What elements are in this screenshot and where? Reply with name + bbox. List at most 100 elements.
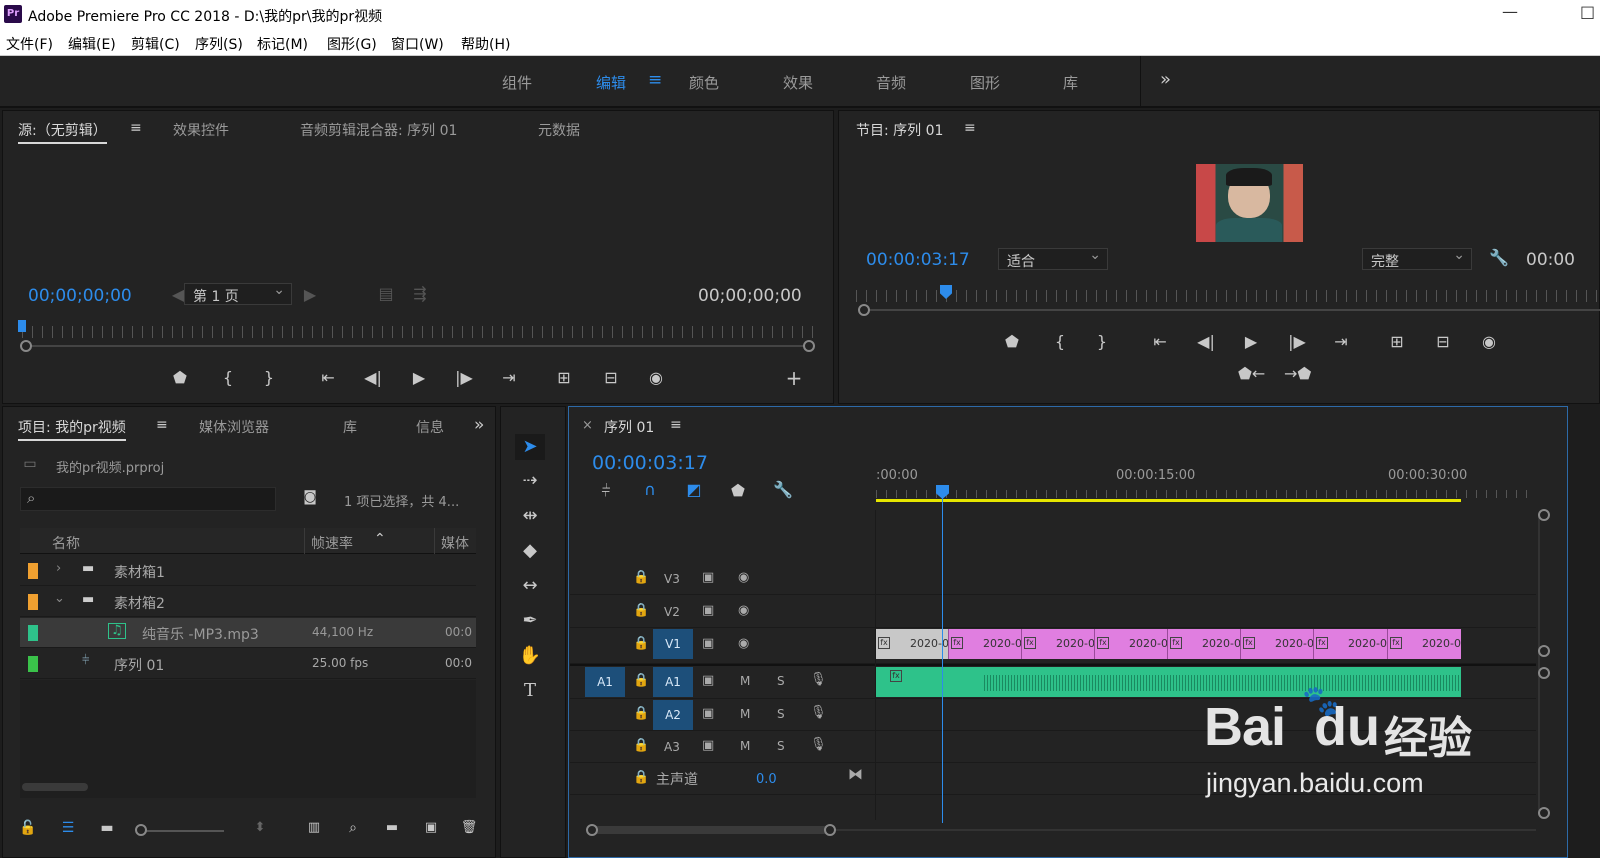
quality-select[interactable]: 完整 bbox=[1362, 247, 1472, 270]
nest-icon[interactable]: ⫩ bbox=[594, 481, 618, 501]
tab-project[interactable]: 项目: 我的pr视频 bbox=[18, 417, 126, 441]
fit-select[interactable]: 适合 bbox=[998, 247, 1108, 270]
solo-button[interactable]: S bbox=[777, 674, 785, 688]
column-divider[interactable] bbox=[434, 528, 435, 554]
project-menu-icon[interactable]: ≡ bbox=[156, 417, 168, 433]
workspace-audio[interactable]: 音频 bbox=[876, 72, 906, 93]
source-menu-icon[interactable]: ≡ bbox=[130, 120, 142, 136]
video-clip[interactable]: fx 2020-0 bbox=[876, 629, 948, 659]
program-go-to-in-icon[interactable]: ⇤ bbox=[1148, 332, 1172, 351]
lift-icon[interactable]: ⊞ bbox=[1385, 332, 1409, 351]
drag-audio-icon[interactable]: ⇶ bbox=[408, 284, 432, 303]
program-mark-out-icon[interactable]: } bbox=[1090, 332, 1114, 351]
column-name[interactable]: 名称 bbox=[52, 533, 80, 553]
sort-ascending-icon[interactable]: ⌃ bbox=[374, 531, 386, 547]
trim-forward-icon[interactable]: →⬟ bbox=[1284, 364, 1311, 383]
audio-clip[interactable]: fx bbox=[876, 667, 1461, 697]
toggle-sync-icon[interactable]: ▣ bbox=[702, 673, 714, 688]
program-mark-in-icon[interactable]: { bbox=[1048, 332, 1072, 351]
timeline-add-marker-icon[interactable]: ⬟ bbox=[726, 481, 750, 500]
column-frame-rate[interactable]: 帧速率 bbox=[311, 533, 353, 553]
insert-icon[interactable]: ⊞ bbox=[552, 368, 576, 387]
mark-out-icon[interactable]: } bbox=[257, 368, 281, 387]
minimize-button[interactable]: — bbox=[1502, 2, 1518, 21]
selection-tool-icon[interactable]: ➤ bbox=[515, 434, 545, 460]
workspace-assembly[interactable]: 组件 bbox=[502, 72, 532, 93]
tab-libraries[interactable]: 库 bbox=[343, 417, 357, 437]
toggle-sync-icon[interactable]: ▣ bbox=[702, 570, 714, 585]
track-select-tool-icon[interactable]: ⇢ bbox=[515, 468, 545, 494]
column-media[interactable]: 媒体 bbox=[441, 533, 477, 553]
track-target-a2[interactable]: A2 bbox=[653, 700, 693, 730]
timeline-ruler[interactable] bbox=[876, 490, 1536, 498]
maximize-button[interactable]: □ bbox=[1580, 2, 1595, 21]
go-to-in-icon[interactable]: ⇤ bbox=[316, 368, 340, 387]
workspace-effects[interactable]: 效果 bbox=[783, 72, 813, 93]
go-to-end-icon[interactable]: ⧓ bbox=[848, 765, 863, 783]
video-clip[interactable]: fx 2020-0 bbox=[948, 629, 1021, 659]
hand-tool-icon[interactable]: ✋ bbox=[515, 643, 545, 669]
new-item-icon[interactable]: ▣ bbox=[419, 820, 443, 835]
export-frame-icon[interactable]: ◉ bbox=[644, 368, 668, 387]
list-view-icon[interactable]: ☰ bbox=[56, 820, 80, 836]
track-target-v1[interactable]: V1 bbox=[653, 629, 693, 659]
collapse-arrow-icon[interactable]: ⌄ bbox=[54, 591, 65, 606]
menu-sequence[interactable]: 序列(S) bbox=[195, 34, 243, 54]
trim-back-icon[interactable]: ⬟← bbox=[1238, 364, 1265, 383]
timeline-menu-icon[interactable]: ≡ bbox=[670, 417, 682, 433]
wrench-settings-icon[interactable]: 🔧 bbox=[1487, 248, 1511, 267]
workspace-overflow-icon[interactable]: » bbox=[1160, 69, 1171, 90]
lock-track-icon[interactable]: 🔒 bbox=[633, 673, 649, 688]
microphone-icon[interactable]: 🎙 bbox=[810, 672, 827, 687]
tab-source[interactable]: 源:（无剪辑） bbox=[18, 120, 107, 144]
project-overflow-icon[interactable]: » bbox=[474, 415, 484, 435]
overwrite-icon[interactable]: ⊟ bbox=[599, 368, 623, 387]
extract-icon[interactable]: ⊟ bbox=[1431, 332, 1455, 351]
program-go-to-out-icon[interactable]: ⇥ bbox=[1329, 332, 1353, 351]
workspace-graphics[interactable]: 图形 bbox=[970, 72, 1000, 93]
video-clip[interactable]: fx 2020-0 bbox=[1387, 629, 1461, 659]
solo-button[interactable]: S bbox=[777, 707, 785, 721]
track-label[interactable]: V3 bbox=[664, 572, 680, 586]
lock-track-icon[interactable]: 🔒 bbox=[633, 636, 649, 651]
menu-window[interactable]: 窗口(W) bbox=[391, 34, 444, 54]
mute-button[interactable]: M bbox=[740, 739, 750, 753]
program-timecode[interactable]: 00:00:03:17 bbox=[866, 250, 970, 270]
razor-tool-icon[interactable]: ◆ bbox=[515, 538, 545, 564]
vertical-zoom-handle-bottom[interactable] bbox=[1538, 807, 1550, 819]
menu-edit[interactable]: 编辑(E) bbox=[68, 34, 116, 54]
microphone-icon[interactable]: 🎙 bbox=[810, 705, 827, 720]
track-label[interactable]: A3 bbox=[664, 740, 680, 754]
linked-selection-icon[interactable]: ◩ bbox=[682, 480, 706, 499]
horizontal-zoom-handle-right[interactable] bbox=[824, 824, 836, 836]
lock-track-icon[interactable]: 🔒 bbox=[633, 603, 649, 618]
program-menu-icon[interactable]: ≡ bbox=[964, 120, 976, 136]
timeline-playhead-line[interactable] bbox=[942, 498, 943, 823]
microphone-icon[interactable]: 🎙 bbox=[810, 737, 827, 752]
workspace-editing[interactable]: 编辑 bbox=[596, 72, 626, 93]
program-zoom-start-handle[interactable] bbox=[858, 304, 870, 316]
pen-tool-icon[interactable]: ✒ bbox=[515, 608, 545, 634]
track-target-a1[interactable]: A1 bbox=[653, 667, 693, 697]
find-bin-icon[interactable]: ◙ bbox=[298, 489, 322, 505]
track-label[interactable]: V2 bbox=[664, 605, 680, 619]
menu-file[interactable]: 文件(F) bbox=[6, 34, 53, 54]
project-search-input[interactable]: ⌕ bbox=[20, 487, 276, 511]
tab-program[interactable]: 节目: 序列 01 bbox=[856, 120, 943, 140]
tab-audio-clip-mixer[interactable]: 音频剪辑混合器: 序列 01 bbox=[300, 120, 457, 140]
add-marker-icon[interactable]: ⬟ bbox=[168, 368, 192, 387]
next-page-icon[interactable]: ▶ bbox=[298, 285, 322, 304]
drag-video-icon[interactable]: ▤ bbox=[374, 284, 398, 303]
eye-icon[interactable]: ◉ bbox=[738, 603, 749, 618]
project-row-bin2[interactable]: ⌄ ▬ 素材箱2 bbox=[20, 587, 476, 617]
clear-trash-icon[interactable]: 🗑 bbox=[457, 820, 481, 835]
ripple-edit-tool-icon[interactable]: ⇹ bbox=[515, 503, 545, 529]
vertical-zoom-handle-top[interactable] bbox=[1538, 509, 1550, 521]
menu-clip[interactable]: 剪辑(C) bbox=[131, 34, 180, 54]
program-time-ruler[interactable] bbox=[856, 290, 1600, 302]
column-divider[interactable] bbox=[304, 528, 305, 554]
source-playhead[interactable] bbox=[18, 320, 26, 332]
master-volume-value[interactable]: 0.0 bbox=[756, 772, 777, 787]
tab-info[interactable]: 信息 bbox=[416, 417, 446, 437]
horizontal-zoom-handle-left[interactable] bbox=[586, 824, 598, 836]
